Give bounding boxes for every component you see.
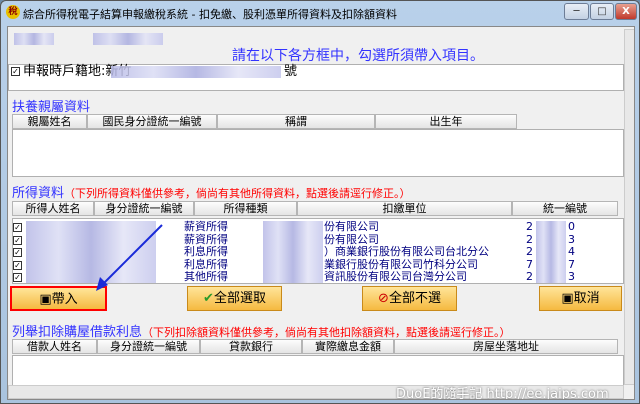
col-header[interactable]: 房屋坐落地址 <box>394 339 618 354</box>
watermark: DuoE的隨手記 http://ee.jaips.com <box>396 387 609 400</box>
mortgage-title: 列舉扣除購屋借款利息 <box>12 325 143 340</box>
close-button[interactable]: X <box>615 3 637 20</box>
app-window: 稅 綜合所得稅電子結算申報繳稅系統 - 扣免繳、股利憑單所得資料及扣除額資料 ─… <box>0 0 640 404</box>
client-area: 請在以下各方框中，勾選所須帶入項目。 ✓ 申報時戶籍地:新竹 號 扶養親屬資料 … <box>7 26 635 400</box>
maximize-button[interactable]: □ <box>590 3 614 20</box>
app-icon: 稅 <box>6 5 20 19</box>
col-header[interactable]: 貸款銀行 <box>200 339 302 354</box>
minimize-button[interactable]: ─ <box>564 3 589 20</box>
window-title: 綜合所得稅電子結算申報繳稅系統 - 扣免繳、股利憑單所得資料及扣除額資料 <box>23 8 397 21</box>
mortgage-note: （下列扣除額資料僅供參考，倘尚有其他扣除額資料，點選後請逕行修正。） <box>142 326 511 339</box>
mortgage-heading: 列舉扣除購屋借款利息（下列扣除額資料僅供參考，倘尚有其他扣除額資料，點選後請逕行… <box>12 321 511 340</box>
col-header[interactable]: 實際繳息金額 <box>302 339 394 354</box>
vertical-scrollbar[interactable] <box>624 29 634 385</box>
col-header[interactable]: 身分證統一編號 <box>97 339 200 354</box>
col-header[interactable]: 借款人姓名 <box>12 339 97 354</box>
